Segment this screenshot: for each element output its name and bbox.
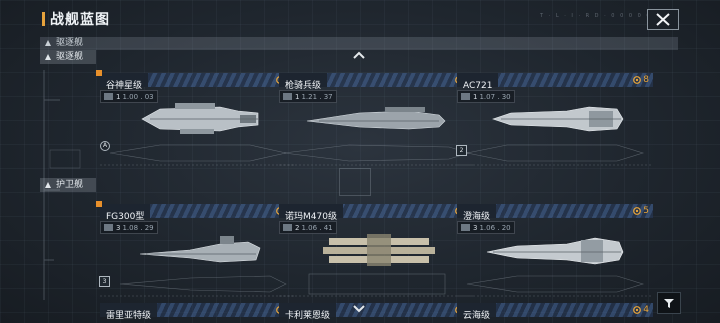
new-indicator	[96, 70, 102, 76]
blueprint-lines	[279, 273, 475, 297]
card-name-wrap: FG300型	[100, 204, 151, 222]
card-name-wrap: AC721	[457, 73, 499, 91]
hull-icon	[283, 224, 292, 231]
ship-card[interactable]: 谷神星级 8 1 1.00 . 03 A	[96, 70, 296, 173]
tier-badge: 2	[456, 145, 467, 156]
ship-name: 卡利莱恩级	[285, 311, 331, 321]
hull-icon	[104, 224, 113, 231]
filter-button[interactable]	[657, 292, 681, 314]
section-arrow-icon	[45, 182, 51, 188]
ship-card[interactable]: 诺玛M470级 6 2 1.06 . 41	[279, 204, 475, 304]
section-label: 护卫舰	[56, 180, 84, 190]
card-name-wrap: 雷里亚特级	[100, 303, 158, 321]
ship-card[interactable]: 雷里亚特级 4	[100, 303, 296, 323]
blueprint-lines	[457, 144, 653, 166]
breadcrumb-arrow-icon	[45, 40, 51, 46]
card-name-wrap: 诺玛M470级	[279, 204, 343, 222]
card-name-wrap: 谷神星级	[100, 73, 149, 91]
chevron-down-icon[interactable]	[352, 303, 366, 313]
hull-icon	[283, 93, 292, 100]
ship-name: 雷里亚特级	[106, 311, 152, 321]
page-title: 战舰蓝图	[50, 12, 110, 28]
cost-icon	[633, 207, 642, 215]
blueprint-lines	[100, 144, 296, 166]
blueprint-lines	[457, 275, 653, 297]
cost-badge: 5	[633, 204, 649, 218]
ship-card[interactable]: 卡利莱恩级 4	[279, 303, 475, 323]
hull-icon	[461, 224, 470, 231]
filter-icon	[664, 298, 674, 308]
cost-value: 4	[643, 305, 649, 315]
ship-card[interactable]: 枪骑兵级 6 1 1.21 . 37	[279, 73, 475, 173]
cost-value: 8	[643, 75, 649, 85]
card-name-wrap: 卡利莱恩级	[279, 303, 337, 321]
card-name-wrap: 云海级	[457, 303, 497, 321]
title-accent	[42, 12, 45, 26]
header-code: T · L · I · R D · 0 0 0 0 0 0	[540, 13, 661, 19]
hull-icon	[104, 93, 113, 100]
cost-icon	[633, 76, 642, 84]
title-bar: 战舰蓝图 T · L · I · R D · 0 0 0 0 0 0	[0, 0, 720, 34]
blueprint-lines	[279, 144, 475, 166]
close-icon	[656, 13, 670, 26]
breadcrumb-label: 驱逐舰	[56, 38, 84, 48]
section-destroyer[interactable]: 驱逐舰	[40, 50, 96, 64]
tier-badge: A	[100, 141, 110, 151]
ship-card[interactable]: 澄海级 5 3 1.06 . 20	[457, 204, 653, 304]
ship-card[interactable]: AC721 8 1 1.07 . 30 2	[456, 73, 653, 173]
close-button[interactable]	[647, 9, 679, 30]
section-frigate[interactable]: 护卫舰	[40, 178, 96, 192]
ship-name: 云海级	[463, 311, 491, 321]
chevron-up-icon[interactable]	[352, 50, 366, 60]
breadcrumb[interactable]: 驱逐舰	[40, 37, 678, 50]
cost-value: 5	[643, 206, 649, 216]
tier-badge: 3	[99, 276, 110, 287]
cost-icon	[633, 306, 642, 314]
card-name-wrap: 枪骑兵级	[279, 73, 328, 91]
section-arrow-icon	[45, 54, 51, 60]
new-indicator	[96, 201, 102, 207]
ship-card[interactable]: 云海级 4	[457, 303, 653, 323]
blueprint-lines	[100, 275, 296, 297]
card-name-wrap: 澄海级	[457, 204, 497, 222]
cost-badge: 8	[633, 73, 649, 87]
hull-icon	[461, 93, 470, 100]
section-label: 驱逐舰	[56, 52, 84, 62]
ship-card[interactable]: FG300型 3 3 1.08 . 29 3	[96, 201, 296, 304]
cost-badge: 4	[633, 303, 649, 317]
